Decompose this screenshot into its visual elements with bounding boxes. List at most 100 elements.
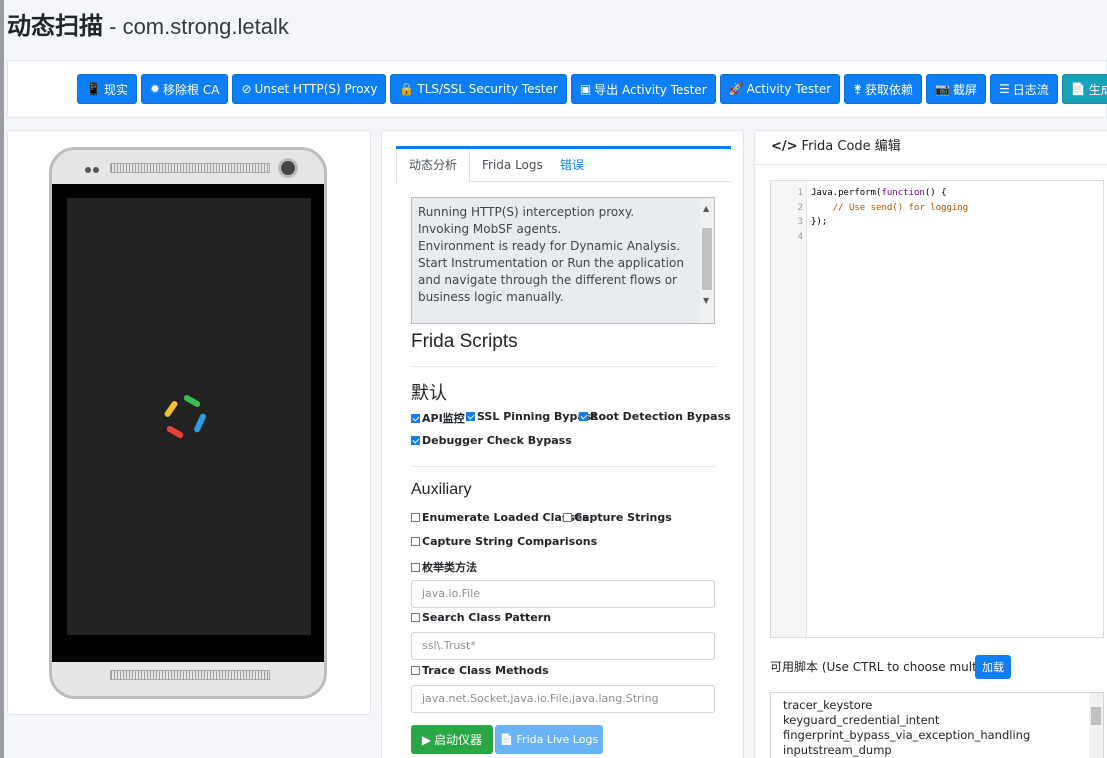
list-scrollbar[interactable] <box>1089 693 1103 758</box>
get-dependencies-button[interactable]: ⚵ 获取依赖 <box>844 74 923 104</box>
tab-errors[interactable]: 错误 <box>548 149 596 182</box>
dynamic-analysis-card: 动态分析 Frida Logs 错误 Running HTTP(S) inter… <box>381 130 744 758</box>
button-label: TLS/SSL Security Tester <box>417 82 558 96</box>
code-line: // Use send() for logging <box>832 202 969 213</box>
device-screen-card <box>7 130 371 715</box>
code-editor[interactable]: 1 2 3 4 Java.perform(function() { // Use… <box>770 180 1104 638</box>
button-label: Unset HTTP(S) Proxy <box>254 82 378 96</box>
toolbar-card: 📱 现实 ✹ 移除根 CA ⊘ Unset HTTP(S) Proxy 🔒 TLS/SS… <box>7 60 1107 118</box>
unset-proxy-button[interactable]: ⊘ Unset HTTP(S) Proxy <box>232 74 387 104</box>
cert-icon: ✹ <box>149 82 161 96</box>
code-content[interactable]: Java.perform(function() { // Use send() … <box>811 186 968 244</box>
activity-tester-button[interactable]: 🚀 Activity Tester <box>719 74 841 104</box>
running-icon: ⚵ <box>853 82 863 96</box>
scroll-thumb[interactable] <box>702 228 712 290</box>
root-detection-bypass-checkbox[interactable]: Root Detection Bypass <box>579 410 731 423</box>
checkbox-icon[interactable] <box>411 537 420 546</box>
checkbox-checked-icon[interactable] <box>466 412 475 421</box>
tab-bar: 动态分析 Frida Logs 错误 <box>396 146 731 183</box>
checkbox-label: Capture Strings <box>574 511 672 524</box>
auxiliary-heading: Auxiliary <box>411 481 472 498</box>
tab-dynamic-analysis[interactable]: 动态分析 <box>396 149 471 183</box>
api-monitor-checkbox[interactable]: API监控 <box>411 410 465 426</box>
tab-frida-logs[interactable]: Frida Logs <box>470 149 555 182</box>
search-class-pattern-checkbox[interactable]: Search Class Pattern <box>411 611 551 624</box>
eye-slash-icon: ⊘ <box>241 82 252 96</box>
log-line: Invoking MobSF agents. <box>418 222 562 236</box>
checkbox-label: Search Class Pattern <box>422 611 552 624</box>
generate-report-button[interactable]: 📄生成报告 <box>1061 74 1107 104</box>
line-number-gutter: 1 2 3 4 <box>771 181 807 637</box>
button-label: 日志流 <box>1012 82 1049 97</box>
screenshot-button[interactable]: 📷 截屏 <box>926 74 987 104</box>
enumerate-class-methods-checkbox[interactable]: 枚举类方法 <box>411 559 477 575</box>
show-screen-button[interactable]: 📱 现实 <box>77 74 137 104</box>
line-number: 1 <box>797 188 803 198</box>
log-line: Running HTTP(S) interception proxy. <box>418 205 635 219</box>
line-number: 2 <box>797 202 803 213</box>
checkbox-checked-icon[interactable] <box>579 412 588 421</box>
title-separator: - <box>103 14 123 39</box>
device-screen[interactable] <box>67 198 311 635</box>
list-item[interactable]: tracer_keystore <box>783 698 1091 713</box>
log-scrollbar[interactable]: ▲ ▼ <box>700 198 714 323</box>
lock-icon: 🔒 <box>399 82 415 96</box>
list-item[interactable]: inputstream_dump <box>783 743 1091 758</box>
button-label: 获取依赖 <box>865 82 914 97</box>
checkbox-icon[interactable] <box>411 562 420 572</box>
sensor-dot <box>85 167 91 173</box>
code-icon: </> <box>771 139 798 154</box>
scroll-down-icon[interactable]: ▼ <box>703 292 709 309</box>
button-label: 现实 <box>103 82 128 97</box>
load-scripts-button[interactable]: 加载 <box>975 655 1011 679</box>
checkbox-icon[interactable] <box>563 513 572 522</box>
checkbox-label: Capture String Comparisons <box>422 535 598 548</box>
checkbox-icon[interactable] <box>411 513 420 522</box>
file-icon: 📄 <box>499 733 514 746</box>
available-scripts-label: 可用脚本 (Use CTRL to choose multiple) <box>770 660 1004 674</box>
window-edge <box>0 0 4 758</box>
divider <box>411 366 715 367</box>
scroll-up-icon[interactable]: ▲ <box>703 200 709 217</box>
title-text: 动态扫描 <box>7 13 103 40</box>
available-scripts-select[interactable]: tracer_keystore keyguard_credential_inte… <box>770 692 1104 758</box>
scroll-thumb[interactable] <box>1091 707 1101 725</box>
log-line: Environment is ready for Dynamic Analysi… <box>418 239 681 253</box>
checkbox-icon[interactable] <box>411 666 420 675</box>
button-label: 导出 Activity Tester <box>594 82 707 97</box>
button-label: 移除根 CA <box>163 82 220 97</box>
play-icon: ▶ <box>421 732 432 747</box>
button-label: Activity Tester <box>746 82 832 96</box>
checkbox-checked-icon[interactable] <box>411 413 420 423</box>
page-title: 动态扫描 - com.strong.letalk <box>7 6 289 40</box>
tls-tester-button[interactable]: 🔒 TLS/SSL Security Tester <box>390 74 567 104</box>
checkbox-label: 枚举类方法 <box>422 561 477 574</box>
list-item[interactable]: fingerprint_bypass_via_exception_handlin… <box>783 728 1091 743</box>
toolbar: 📱 现实 ✹ 移除根 CA ⊘ Unset HTTP(S) Proxy 🔒 TLS/SS… <box>77 74 1107 104</box>
frida-live-logs-button[interactable]: 📄 Frida Live Logs <box>495 725 603 754</box>
debugger-check-bypass-checkbox[interactable]: Debugger Check Bypass <box>411 434 572 447</box>
sensor-dot <box>93 167 99 173</box>
class-pattern-input[interactable]: ssl\.Trust* <box>411 632 715 660</box>
class-methods-input[interactable]: java.io.File <box>411 580 715 608</box>
capture-string-comparisons-checkbox[interactable]: Capture String Comparisons <box>411 535 597 548</box>
status-log-textarea[interactable]: Running HTTP(S) interception proxy. Invo… <box>411 197 715 324</box>
file-icon: 📄 <box>1070 82 1086 96</box>
button-label: 生成报告 <box>1088 82 1107 97</box>
checkbox-icon[interactable] <box>411 613 420 622</box>
button-label: Frida Live Logs <box>516 733 599 746</box>
code-line: Java.perform(function() { <box>811 188 947 198</box>
capture-strings-checkbox[interactable]: Capture Strings <box>563 511 672 524</box>
checkbox-label: API监控 <box>422 412 465 425</box>
rocket-icon: 🚀 <box>728 82 744 96</box>
trace-class-methods-checkbox[interactable]: Trace Class Methods <box>411 664 549 677</box>
exported-activity-tester-button[interactable]: ▣ 导出 Activity Tester <box>570 74 716 104</box>
trace-methods-input[interactable]: java.net.Socket,java.io.File,java.lang.S… <box>411 685 715 713</box>
start-instrumentation-button[interactable]: ▶ 启动仪器 <box>411 725 493 754</box>
remove-root-ca-button[interactable]: ✹ 移除根 CA <box>140 74 229 104</box>
default-heading: 默认 <box>411 383 447 403</box>
stream-icon: ☰ <box>999 82 1010 96</box>
list-item[interactable]: keyguard_credential_intent <box>783 713 1091 728</box>
logcat-stream-button[interactable]: ☰ 日志流 <box>990 74 1058 104</box>
checkbox-checked-icon[interactable] <box>411 436 420 445</box>
